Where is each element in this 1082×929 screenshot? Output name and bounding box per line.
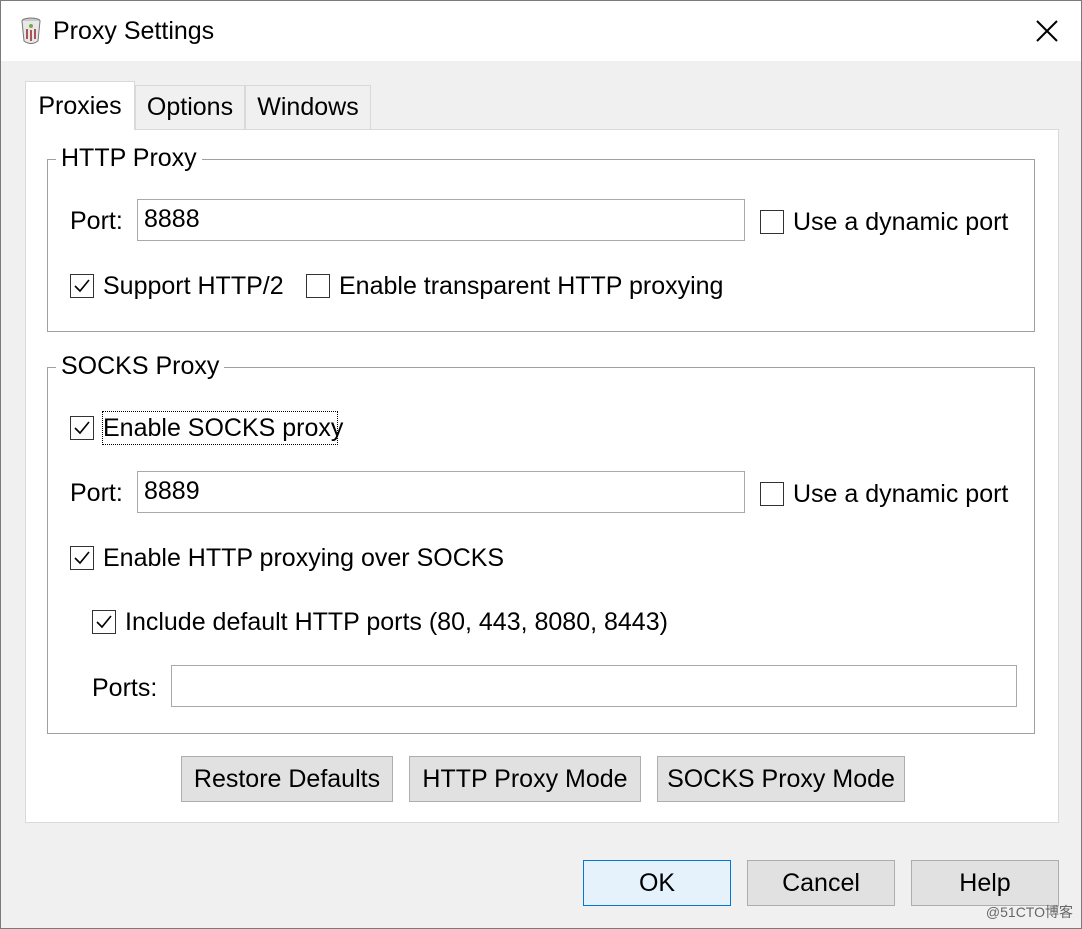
http-port-input[interactable]: 8888 bbox=[137, 199, 745, 241]
ports-label: Ports: bbox=[92, 674, 158, 702]
include-default-ports-label[interactable]: Include default HTTP ports (80, 443, 808… bbox=[125, 606, 668, 638]
enable-socks-label[interactable]: Enable SOCKS proxy bbox=[103, 412, 343, 444]
cancel-button[interactable]: Cancel bbox=[747, 860, 895, 906]
http-over-socks-label[interactable]: Enable HTTP proxying over SOCKS bbox=[103, 542, 504, 574]
close-button[interactable] bbox=[1021, 7, 1073, 55]
restore-defaults-button[interactable]: Restore Defaults bbox=[181, 756, 393, 802]
help-button[interactable]: Help bbox=[911, 860, 1059, 906]
ports-input[interactable] bbox=[171, 665, 1017, 707]
proxies-tab-panel: HTTP Proxy Port: 8888 Use a dynamic port… bbox=[25, 129, 1059, 823]
transparent-proxy-label[interactable]: Enable transparent HTTP proxying bbox=[339, 270, 723, 302]
include-default-ports-checkbox[interactable] bbox=[92, 610, 116, 634]
support-http2-label[interactable]: Support HTTP/2 bbox=[103, 270, 284, 302]
proxy-settings-dialog: Proxy Settings Proxies Options Windows H… bbox=[0, 0, 1082, 929]
socks-dynamic-port-label[interactable]: Use a dynamic port bbox=[793, 478, 1008, 510]
checkmark-icon bbox=[96, 615, 112, 629]
socks-proxy-group-title: SOCKS Proxy bbox=[56, 350, 225, 382]
http-proxy-group: HTTP Proxy Port: 8888 Use a dynamic port… bbox=[47, 142, 1035, 332]
tab-options[interactable]: Options bbox=[135, 85, 245, 129]
close-icon bbox=[1036, 20, 1058, 42]
http-proxy-mode-button[interactable]: HTTP Proxy Mode bbox=[409, 756, 641, 802]
socks-port-label: Port: bbox=[70, 479, 123, 507]
http-port-label: Port: bbox=[70, 207, 123, 235]
watermark: @51CTO博客 bbox=[985, 904, 1073, 920]
socks-proxy-mode-button[interactable]: SOCKS Proxy Mode bbox=[657, 756, 905, 802]
http-over-socks-checkbox[interactable] bbox=[70, 546, 94, 570]
checkmark-icon bbox=[74, 551, 90, 565]
checkmark-icon bbox=[74, 421, 90, 435]
tab-proxies[interactable]: Proxies bbox=[25, 81, 135, 130]
fiddler-icon bbox=[21, 17, 41, 44]
http-dynamic-port-label[interactable]: Use a dynamic port bbox=[793, 206, 1008, 238]
support-http2-checkbox[interactable] bbox=[70, 274, 94, 298]
transparent-proxy-checkbox[interactable] bbox=[306, 274, 330, 298]
window-title: Proxy Settings bbox=[53, 17, 215, 45]
http-dynamic-port-checkbox[interactable] bbox=[760, 210, 784, 234]
tab-windows[interactable]: Windows bbox=[245, 85, 371, 129]
http-proxy-group-title: HTTP Proxy bbox=[56, 142, 202, 174]
enable-socks-checkbox[interactable] bbox=[70, 416, 94, 440]
checkmark-icon bbox=[74, 279, 90, 293]
title-bar[interactable]: Proxy Settings bbox=[1, 1, 1081, 61]
socks-dynamic-port-checkbox[interactable] bbox=[760, 482, 784, 506]
socks-port-input[interactable]: 8889 bbox=[137, 471, 745, 513]
socks-proxy-group: SOCKS Proxy Enable SOCKS proxy Port: 888… bbox=[47, 350, 1035, 734]
ok-button[interactable]: OK bbox=[583, 860, 731, 906]
